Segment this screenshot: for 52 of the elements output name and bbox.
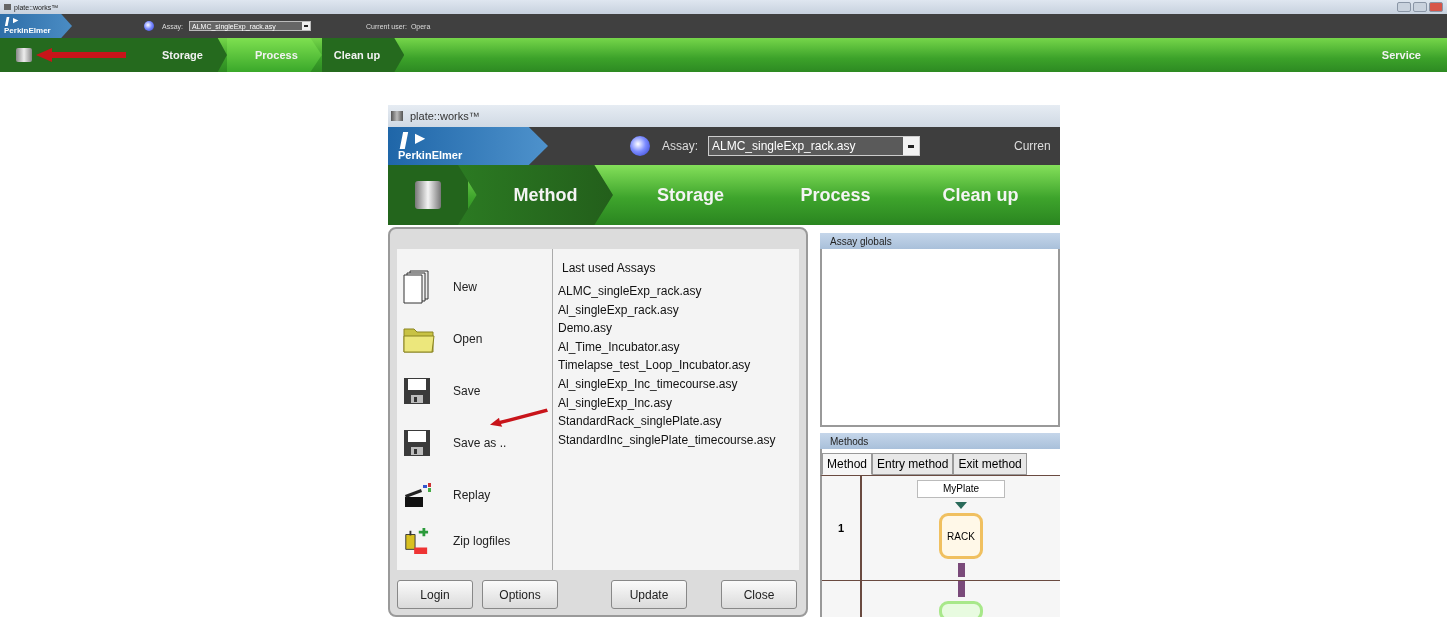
recent-assay-item[interactable]: Al_singleExp_Inc.asy xyxy=(558,395,776,415)
method-tab[interactable]: Entry method xyxy=(872,453,954,475)
menu-item[interactable]: Open xyxy=(397,313,552,365)
menu-item[interactable]: Save xyxy=(397,365,552,417)
panel-header: Methods xyxy=(820,433,1060,449)
app-icon xyxy=(4,4,11,10)
recent-assay-item[interactable]: ALMC_singleExp_rack.asy xyxy=(558,284,776,303)
row-number: 1 xyxy=(822,476,862,580)
app-icon xyxy=(391,111,403,121)
panel-header: Assay globals xyxy=(820,233,1060,249)
menu-item[interactable]: Save as .. xyxy=(397,417,552,469)
logo-text: PerkinElmer xyxy=(398,148,464,161)
menu-button[interactable]: Close xyxy=(721,580,797,609)
status-orb-icon xyxy=(630,136,650,156)
menu-item[interactable]: Replay xyxy=(397,469,552,521)
plate-source-label[interactable]: MyPlate xyxy=(917,480,1005,498)
rack-node[interactable]: RACK xyxy=(939,513,983,559)
user-label: Curren xyxy=(1014,139,1051,153)
clapperboard-icon xyxy=(403,481,433,509)
recent-assay-item[interactable]: Al_Time_Incubator.asy xyxy=(558,339,776,359)
assay-dropdown[interactable]: ALMC_singleExp_rack.asy xyxy=(708,136,920,156)
assay-label: Assay: xyxy=(662,139,698,153)
window-title: plate::works™ xyxy=(410,110,480,122)
status-orb-icon xyxy=(144,21,154,31)
recent-assay-item[interactable]: Al_singleExp_rack.asy xyxy=(558,302,776,322)
flow-arrow-icon xyxy=(955,502,967,509)
home-icon[interactable] xyxy=(16,48,32,62)
recent-list-title: Last used Assays xyxy=(561,261,657,275)
home-icon[interactable] xyxy=(415,181,441,209)
method-tab[interactable]: Method xyxy=(822,453,873,475)
menu-button[interactable]: Login xyxy=(397,580,473,609)
annotation-arrow xyxy=(490,407,548,427)
recent-assay-item[interactable]: StandardInc_singlePlate_timecourse.asy xyxy=(558,432,776,452)
recent-assay-item[interactable]: Timelapse_test_Loop_Incubator.asy xyxy=(558,358,776,377)
recent-assay-item[interactable]: StandardRack_singlePlate.asy xyxy=(558,414,776,433)
restore-button[interactable] xyxy=(1413,2,1427,12)
logo-text: PerkinElmer xyxy=(4,26,52,35)
menu-item[interactable]: Zip logfiles xyxy=(397,521,552,561)
method-tab[interactable]: Exit method xyxy=(953,453,1027,475)
folder-icon xyxy=(403,325,435,353)
menu-button[interactable]: Options xyxy=(482,580,558,609)
recent-assay-item[interactable]: Al_singleExp_Inc_timecourse.asy xyxy=(558,376,776,396)
process-node[interactable] xyxy=(939,601,983,617)
nav-tab[interactable]: Method xyxy=(458,165,613,225)
close-button[interactable] xyxy=(1429,2,1443,12)
zip-mouse-icon xyxy=(403,527,429,555)
recent-assay-item[interactable]: Demo.asy xyxy=(558,321,776,340)
nav-tab[interactable]: Storage xyxy=(150,38,227,72)
menu-item[interactable]: New xyxy=(397,261,552,313)
menu-button[interactable]: Update xyxy=(611,580,687,609)
nav-tab[interactable]: Clean up xyxy=(321,38,405,72)
minimize-button[interactable] xyxy=(1397,2,1411,12)
